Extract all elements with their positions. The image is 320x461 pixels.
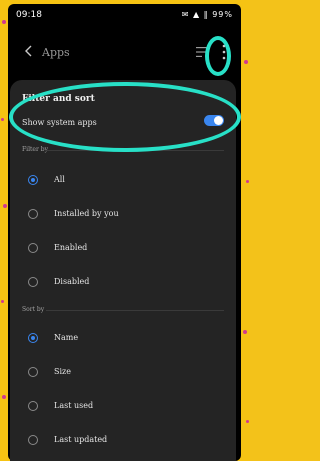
filter-option-installed-by-you[interactable]: Installed by you bbox=[22, 206, 222, 226]
decor-dot bbox=[246, 180, 249, 183]
filter-by-label: Filter by bbox=[22, 146, 48, 153]
radio-unselected[interactable] bbox=[28, 277, 38, 287]
page-title: Apps bbox=[42, 46, 70, 59]
decor-dot bbox=[1, 118, 4, 121]
decor-dot bbox=[244, 60, 248, 64]
sort-option-size[interactable]: Size bbox=[22, 364, 222, 384]
filter-option-disabled[interactable]: Disabled bbox=[22, 274, 222, 294]
section-divider bbox=[46, 310, 224, 311]
option-label: Name bbox=[54, 333, 79, 342]
option-label: Enabled bbox=[54, 243, 88, 252]
radio-selected[interactable] bbox=[28, 175, 38, 185]
option-label: All bbox=[54, 175, 65, 184]
decor-dot bbox=[246, 420, 249, 423]
status-bar: 09:18 ✉ ▲ ‖ 99% bbox=[8, 4, 241, 26]
filter-option-all[interactable]: All bbox=[22, 172, 222, 192]
status-time: 09:18 bbox=[16, 10, 42, 20]
radio-unselected[interactable] bbox=[28, 209, 38, 219]
status-icons: ✉ ▲ ‖ 99% bbox=[181, 10, 233, 19]
radio-unselected[interactable] bbox=[28, 401, 38, 411]
annotation-highlight-filter-sort bbox=[9, 82, 241, 152]
option-label: Size bbox=[54, 367, 71, 376]
filter-option-enabled[interactable]: Enabled bbox=[22, 240, 222, 260]
radio-selected[interactable] bbox=[28, 333, 38, 343]
annotation-highlight-more-icon bbox=[205, 36, 231, 76]
decor-dot bbox=[3, 204, 7, 208]
decor-dot bbox=[2, 395, 6, 399]
radio-unselected[interactable] bbox=[28, 435, 38, 445]
option-label: Disabled bbox=[54, 277, 90, 286]
decor-dot bbox=[1, 300, 4, 303]
radio-unselected[interactable] bbox=[28, 367, 38, 377]
sort-option-name[interactable]: Name bbox=[22, 330, 222, 350]
decor-dot bbox=[2, 20, 6, 24]
sort-option-last-updated[interactable]: Last updated bbox=[22, 432, 222, 452]
sort-by-label: Sort by bbox=[22, 306, 45, 313]
option-label: Last updated bbox=[54, 435, 108, 444]
screenshot-frame: 09:18 ✉ ▲ ‖ 99% Apps Filter and sort Sho… bbox=[0, 0, 250, 461]
sort-option-last-used[interactable]: Last used bbox=[22, 398, 222, 418]
option-label: Installed by you bbox=[54, 209, 119, 218]
back-arrow-icon[interactable] bbox=[22, 44, 36, 58]
option-label: Last used bbox=[54, 401, 94, 410]
decor-dot bbox=[243, 330, 247, 334]
radio-unselected[interactable] bbox=[28, 243, 38, 253]
